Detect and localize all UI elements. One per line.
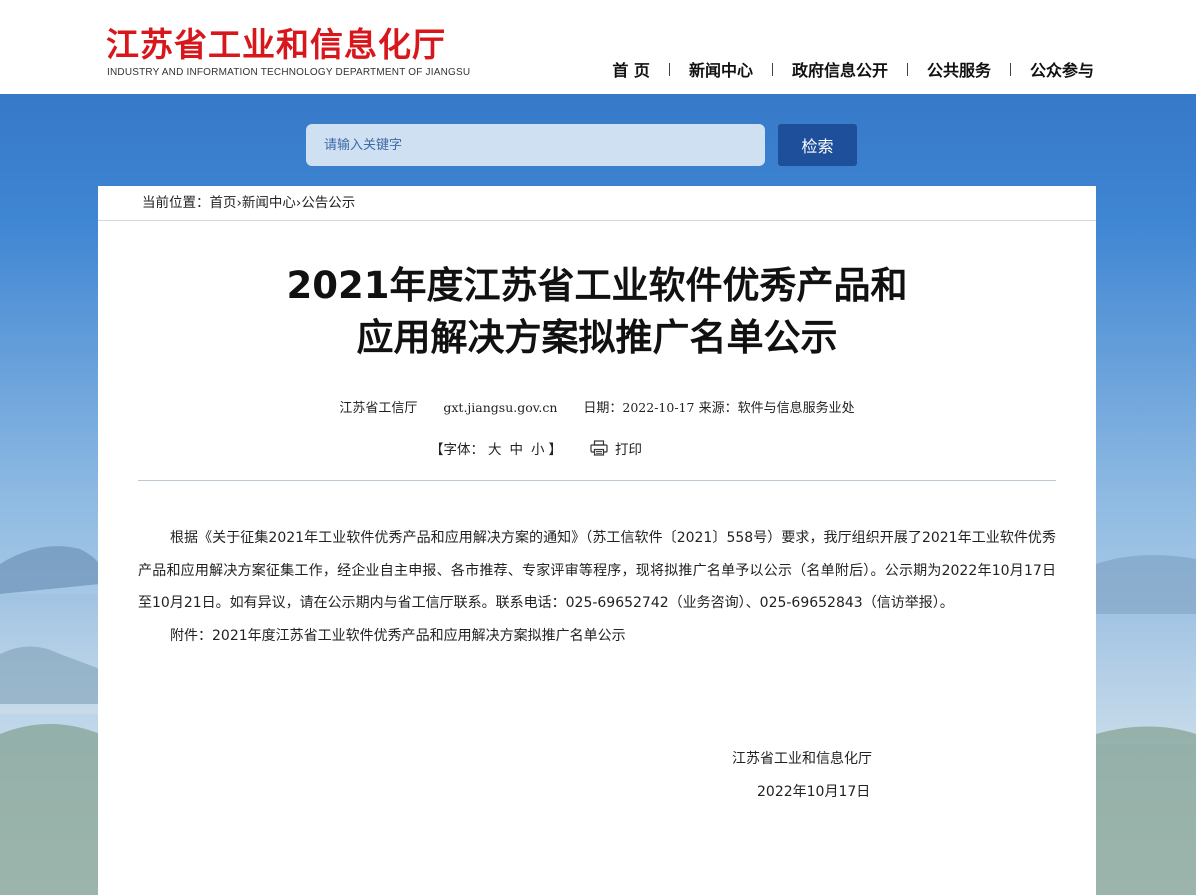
- nav-item-home[interactable]: 首 页: [612, 57, 650, 81]
- article-title-line2: 应用解决方案拟推广名单公示: [356, 316, 838, 359]
- title-divider: [138, 480, 1056, 481]
- meta-site-url[interactable]: gxt.jiangsu.gov.cn: [443, 400, 557, 415]
- site-header: 江苏省工业和信息化厅 INDUSTRY AND INFORMATION TECH…: [0, 0, 1196, 94]
- article-title-line1: 2021年度江苏省工业软件优秀产品和: [286, 264, 908, 307]
- article-body: 根据《关于征集2021年工业软件优秀产品和应用解决方案的通知》（苏工信软件〔20…: [138, 522, 1056, 652]
- signature-org: 江苏省工业和信息化厅: [732, 751, 872, 767]
- nav-separator: [906, 62, 908, 76]
- meta-source-label: 来源：: [698, 401, 738, 416]
- nav-item-news[interactable]: 新闻中心: [689, 57, 753, 81]
- meta-date: 2022-10-17: [622, 400, 695, 415]
- print-button[interactable]: 打印: [590, 438, 642, 458]
- font-size-medium[interactable]: 中: [510, 438, 524, 458]
- article-paragraph: 根据《关于征集2021年工业软件优秀产品和应用解决方案的通知》（苏工信软件〔20…: [138, 530, 1056, 611]
- nav-item-gov-info[interactable]: 政府信息公开: [792, 57, 888, 81]
- nav-item-public-service[interactable]: 公共服务: [927, 57, 991, 81]
- search-button[interactable]: 检索: [778, 124, 857, 166]
- breadcrumb-announcements[interactable]: 公告公示: [301, 195, 355, 211]
- meta-source: 软件与信息服务业处: [737, 401, 855, 416]
- article-panel: 当前位置：首页›新闻中心›公告公示 2021年度江苏省工业软件优秀产品和 应用解…: [98, 186, 1096, 895]
- site-logo-cn[interactable]: 江苏省工业和信息化厅: [106, 18, 446, 66]
- breadcrumb: 当前位置：首页›新闻中心›公告公示: [98, 186, 1096, 221]
- meta-date-label: 日期：: [583, 401, 623, 416]
- meta-site-name: 江苏省工信厅: [339, 401, 418, 416]
- breadcrumb-news[interactable]: 新闻中心: [242, 195, 296, 211]
- site-logo-en: INDUSTRY AND INFORMATION TECHNOLOGY DEPA…: [107, 67, 471, 78]
- nav-separator: [668, 62, 670, 76]
- attachment-link[interactable]: 2021年度江苏省工业软件优秀产品和应用解决方案拟推广名单公示: [212, 628, 626, 644]
- article-meta: 江苏省工信厅 gxt.jiangsu.gov.cn 日期：2022-10-17 来源…: [98, 397, 1096, 416]
- font-size-small[interactable]: 小: [531, 438, 545, 458]
- nav-separator: [771, 62, 773, 76]
- nav-separator: [1009, 62, 1011, 76]
- attachment-label: 附件：: [170, 627, 212, 644]
- font-size-label-close: 】: [548, 442, 563, 458]
- printer-icon: [590, 440, 608, 456]
- search-input[interactable]: [306, 124, 765, 166]
- main-nav: 首 页 新闻中心 政府信息公开 公共服务 公众参与: [612, 57, 1094, 81]
- signature-date: 2022年10月17日: [757, 784, 871, 800]
- article-title: 2021年度江苏省工业软件优秀产品和 应用解决方案拟推广名单公示: [98, 260, 1096, 364]
- breadcrumb-home[interactable]: 首页: [210, 195, 237, 211]
- attachment-line: 附件：2021年度江苏省工业软件优秀产品和应用解决方案拟推广名单公示: [138, 620, 1056, 653]
- article-tools: 【字体： 大 中 小 】 打印: [430, 438, 642, 458]
- font-size-large[interactable]: 大: [488, 438, 502, 458]
- nav-item-public-participation[interactable]: 公众参与: [1030, 57, 1094, 81]
- print-label: 打印: [615, 442, 642, 458]
- font-size-label-open: 【字体：: [430, 442, 484, 458]
- breadcrumb-prefix: 当前位置：: [142, 195, 210, 211]
